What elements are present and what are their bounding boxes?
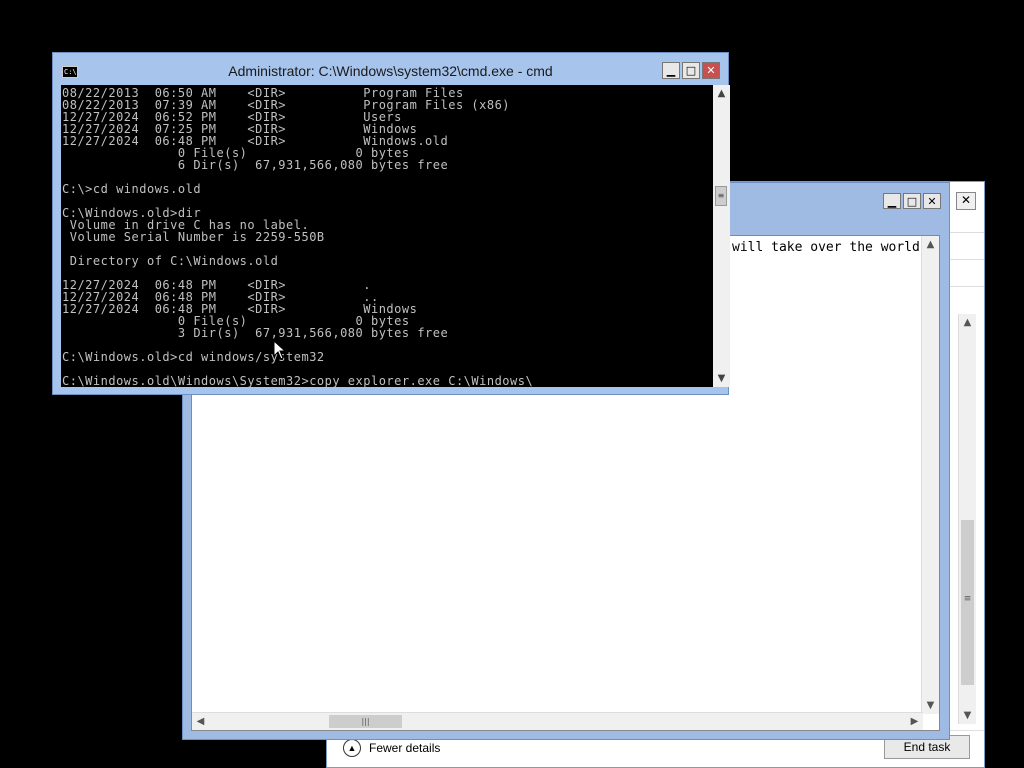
scroll-thumb[interactable]: ≡ [715,186,727,206]
chevron-up-icon: ▲ [343,739,361,757]
cmd-window-title: Administrator: C:\Windows\system32\cmd.e… [228,63,553,79]
console-text: 08/22/2013 06:50 AM <DIR> Program Files … [62,86,534,387]
notepad-horizontal-scrollbar[interactable]: ◀ ||| ▶ [192,712,923,730]
minimize-button[interactable]: ▁ [662,62,680,79]
task-manager-close-button[interactable]: ✕ [956,192,976,210]
close-button[interactable]: ✕ [702,62,720,79]
scroll-down-arrow-icon[interactable]: ▼ [922,697,939,714]
fewer-details-label: Fewer details [369,741,441,755]
scroll-up-arrow-icon[interactable]: ▲ [713,85,730,102]
scroll-grip-icon: ≡ [963,594,972,604]
scroll-up-arrow-icon[interactable]: ▲ [922,236,939,253]
scroll-right-arrow-icon[interactable]: ▶ [906,713,923,730]
fewer-details-button[interactable]: ▲ Fewer details [343,737,440,759]
scroll-left-arrow-icon[interactable]: ◀ [192,713,209,730]
minimize-button[interactable]: ▁ [883,193,901,209]
notepad-window-controls: ▁ □ ✕ [883,193,941,209]
maximize-button[interactable]: □ [903,193,921,209]
scroll-thumb[interactable]: ||| [329,715,402,728]
task-manager-vertical-scrollbar[interactable]: ▲ ≡ ▼ [958,314,976,724]
notepad-vertical-scrollbar[interactable]: ▲ ▼ [921,236,939,714]
cmd-vertical-scrollbar[interactable]: ▲ ≡ ▼ [713,85,730,387]
close-button[interactable]: ✕ [923,193,941,209]
scroll-down-arrow-icon[interactable]: ▼ [959,707,976,724]
console-output[interactable]: 08/22/2013 06:50 AM <DIR> Program Files … [61,85,713,387]
scroll-up-arrow-icon[interactable]: ▲ [959,314,976,331]
cmd-window: C:\ Administrator: C:\Windows\system32\c… [52,52,730,395]
cmd-window-controls: ▁ □ ✕ [662,62,720,79]
mouse-pointer-icon [273,340,287,360]
maximize-button[interactable]: □ [682,62,700,79]
scroll-down-arrow-icon[interactable]: ▼ [713,370,730,387]
notepad-text-content: will take over the world [732,240,920,255]
